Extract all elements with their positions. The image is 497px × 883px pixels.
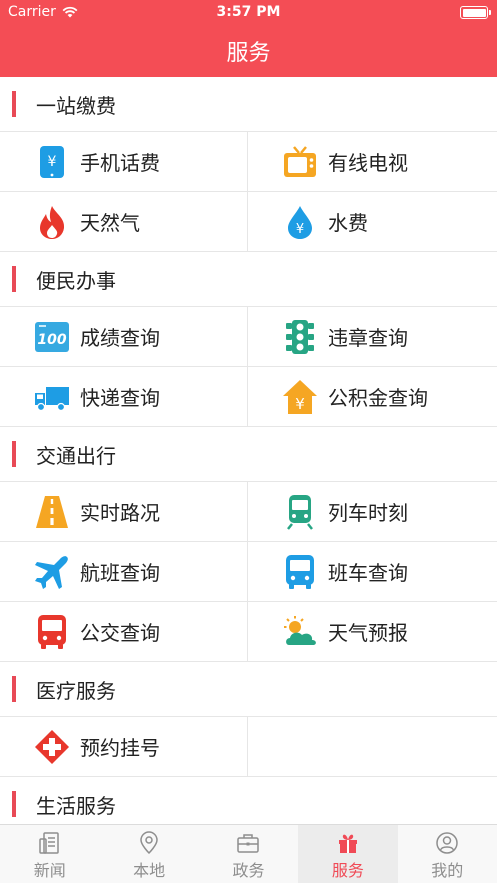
section-header: 便民办事 xyxy=(0,252,497,307)
section-title: 一站缴费 xyxy=(36,93,116,118)
flame-icon xyxy=(34,204,70,240)
service-item-score-query[interactable]: 100 成绩查询 xyxy=(0,307,248,367)
service-label: 列车时刻 xyxy=(328,501,408,525)
train-icon xyxy=(282,494,318,530)
section-title: 交通出行 xyxy=(36,443,116,468)
gift-icon xyxy=(338,834,357,853)
section-title: 医疗服务 xyxy=(36,678,116,703)
water-drop-icon: ¥ xyxy=(282,204,318,240)
service-label: 手机话费 xyxy=(80,151,160,175)
briefcase-icon xyxy=(237,834,260,853)
svg-text:100: 100 xyxy=(37,332,66,348)
service-item-gas[interactable]: 天然气 xyxy=(0,192,248,252)
empty-cell xyxy=(248,717,497,777)
svg-text:¥: ¥ xyxy=(48,154,57,170)
svg-text:¥: ¥ xyxy=(296,222,304,237)
service-item-cable-tv[interactable]: 有线电视 xyxy=(248,132,497,192)
section-header: 交通出行 xyxy=(0,427,497,482)
city-bus-icon xyxy=(34,614,70,650)
service-item-shuttle-query[interactable]: 班车查询 xyxy=(248,542,497,602)
section-accent-bar xyxy=(12,266,16,292)
section-title: 生活服务 xyxy=(36,793,116,818)
service-grid: 100 成绩查询 违章查询 快递查询 ¥ 公积金查询 xyxy=(0,307,497,427)
service-label: 预约挂号 xyxy=(80,736,160,760)
tab-service[interactable]: 服务 xyxy=(298,825,398,883)
service-item-train-schedule[interactable]: 列车时刻 xyxy=(248,482,497,542)
service-item-flight-query[interactable]: 航班查询 xyxy=(0,542,248,602)
section-accent-bar xyxy=(12,676,16,702)
location-pin-icon xyxy=(140,831,158,855)
service-item-violation-query[interactable]: 违章查询 xyxy=(248,307,497,367)
mobile-yuan-icon: ¥ xyxy=(34,144,70,180)
airplane-icon xyxy=(34,554,70,590)
traffic-light-icon xyxy=(282,319,318,355)
service-label: 违章查询 xyxy=(328,326,408,350)
section-header: 一站缴费 xyxy=(0,77,497,132)
tab-label: 新闻 xyxy=(33,861,66,880)
score-100-icon: 100 xyxy=(34,319,70,355)
weather-icon xyxy=(282,614,318,650)
svg-text:¥: ¥ xyxy=(295,395,305,413)
service-label: 航班查询 xyxy=(80,561,160,585)
service-list[interactable]: 一站缴费 ¥ 手机话费 有线电视 天然气 ¥ 水费 便民办事 100 成绩查询 … xyxy=(0,77,497,824)
house-yuan-icon: ¥ xyxy=(282,379,318,415)
medical-cross-icon xyxy=(34,729,70,765)
tab-label: 政务 xyxy=(232,861,265,880)
status-bar: Carrier 3:57 PM xyxy=(0,0,497,26)
road-icon xyxy=(34,494,70,530)
service-label: 成绩查询 xyxy=(80,326,160,350)
tab-bar: 新闻 本地 政务 服务 我的 xyxy=(0,824,497,883)
tab-label: 我的 xyxy=(431,861,464,880)
user-icon xyxy=(436,832,458,854)
section-accent-bar xyxy=(12,791,16,817)
service-grid: 实时路况 列车时刻 航班查询 班车查询 公交查询 天气预报 xyxy=(0,482,497,662)
service-grid: 预约挂号 xyxy=(0,717,497,777)
service-label: 公积金查询 xyxy=(328,386,428,410)
page-title: 服务 xyxy=(226,41,271,66)
service-item-housing-fund-query[interactable]: ¥ 公积金查询 xyxy=(248,367,497,427)
tv-icon xyxy=(282,144,318,180)
tab-news[interactable]: 新闻 xyxy=(0,825,99,883)
section-accent-bar xyxy=(12,441,16,467)
section-header: 医疗服务 xyxy=(0,662,497,717)
tab-label: 服务 xyxy=(331,861,364,880)
status-time: 3:57 PM xyxy=(216,4,281,20)
service-item-traffic-conditions[interactable]: 实时路况 xyxy=(0,482,248,542)
section-title: 便民办事 xyxy=(36,268,116,293)
section-header: 生活服务 xyxy=(0,777,497,824)
service-label: 天气预报 xyxy=(328,621,408,645)
service-label: 快递查询 xyxy=(80,386,160,410)
service-label: 水费 xyxy=(328,211,368,235)
service-item-weather[interactable]: 天气预报 xyxy=(248,602,497,662)
service-label: 天然气 xyxy=(80,211,140,235)
service-label: 班车查询 xyxy=(328,561,408,585)
service-item-bus-query[interactable]: 公交查询 xyxy=(0,602,248,662)
service-label: 有线电视 xyxy=(328,151,408,175)
delivery-truck-icon xyxy=(34,379,70,415)
service-label: 公交查询 xyxy=(80,621,160,645)
service-grid: ¥ 手机话费 有线电视 天然气 ¥ 水费 xyxy=(0,132,497,252)
battery-icon xyxy=(460,6,491,19)
tab-mine[interactable]: 我的 xyxy=(398,825,497,883)
service-label: 实时路况 xyxy=(80,501,160,525)
tab-label: 本地 xyxy=(133,861,166,880)
tab-local[interactable]: 本地 xyxy=(99,825,198,883)
app-header: Carrier 3:57 PM 服务 xyxy=(0,0,497,77)
service-item-express-query[interactable]: 快递查询 xyxy=(0,367,248,427)
news-icon xyxy=(38,832,59,854)
section-accent-bar xyxy=(12,91,16,117)
service-item-mobile-bill[interactable]: ¥ 手机话费 xyxy=(0,132,248,192)
service-item-water[interactable]: ¥ 水费 xyxy=(248,192,497,252)
service-item-appointment[interactable]: 预约挂号 xyxy=(0,717,248,777)
shuttle-bus-icon xyxy=(282,554,318,590)
tab-government[interactable]: 政务 xyxy=(199,825,298,883)
